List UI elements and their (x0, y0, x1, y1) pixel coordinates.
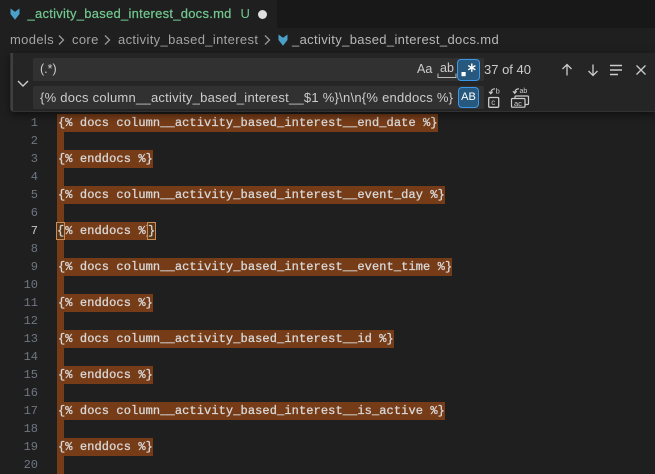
svg-text:c: c (491, 98, 495, 107)
svg-text:ab: ab (520, 88, 528, 95)
svg-text:ac: ac (514, 99, 522, 108)
svg-text:b: b (496, 87, 500, 96)
